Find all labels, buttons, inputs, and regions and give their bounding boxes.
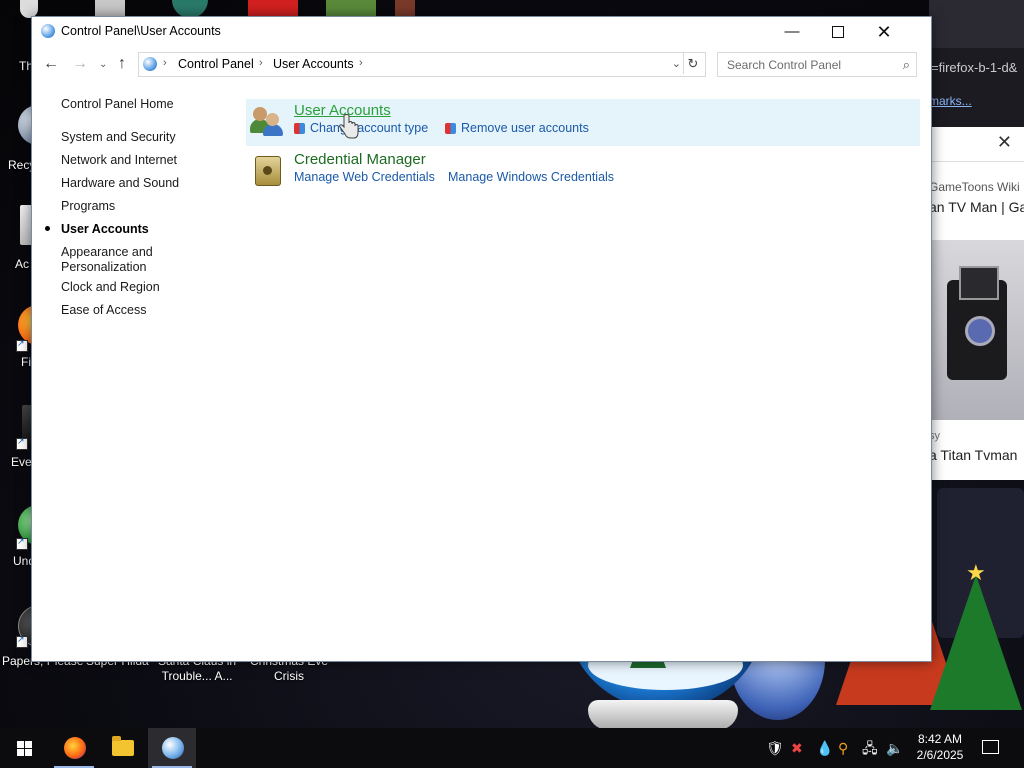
chevron-right-icon[interactable]: ›: [359, 57, 363, 69]
control-panel-icon: [143, 57, 157, 71]
sidebar-item-appearance-and-personalization[interactable]: Appearance and Personalization: [61, 245, 153, 275]
control-panel-window[interactable]: Control Panel\User Accounts — ✕ ← → ⌄ ↑ …: [31, 16, 932, 662]
chevron-down-icon[interactable]: ⌄: [672, 57, 681, 70]
titan-tvman-figure: [947, 266, 1007, 380]
safe-icon: [252, 154, 282, 186]
folder-icon: [112, 736, 134, 756]
windows-logo-icon: [17, 741, 32, 756]
shortcut-arrow-icon: [16, 634, 28, 648]
control-panel-icon: [162, 737, 184, 759]
sidebar-item-clock-and-region[interactable]: Clock and Region: [61, 280, 160, 295]
star-icon: ★: [966, 560, 986, 585]
desktop-icon-label[interactable]: Ac: [15, 257, 29, 271]
uac-shield-icon: [294, 123, 305, 134]
refresh-button[interactable]: ↻: [683, 53, 702, 74]
sidebar-item-network-and-internet[interactable]: Network and Internet: [61, 153, 177, 168]
desktop-icon-label[interactable]: Fi: [21, 355, 31, 369]
title-bar[interactable]: Control Panel\User Accounts — ✕: [32, 17, 931, 47]
hand-cursor-icon: [339, 114, 359, 139]
clock-time: 8:42 AM: [917, 732, 963, 746]
browser-tabbar: [929, 0, 1024, 48]
sidebar-item-user-accounts: User Accounts: [61, 222, 149, 236]
breadcrumb-user-accounts[interactable]: User Accounts: [273, 57, 354, 71]
maximize-button[interactable]: [815, 17, 861, 47]
sidebar-item-ease-of-access[interactable]: Ease of Access: [61, 303, 146, 318]
sidebar-item-hardware-and-sound[interactable]: Hardware and Sound: [61, 176, 179, 191]
tray-search-icon[interactable]: ⚲: [838, 728, 848, 768]
browser-bookmarks-link[interactable]: marks...: [929, 94, 972, 108]
task-manage-web-credentials[interactable]: Manage Web Credentials: [294, 170, 435, 184]
tray-network-icon[interactable]: 🖧: [862, 728, 878, 768]
firefox-icon: [64, 737, 86, 759]
browser-url-fragment[interactable]: =firefox-b-1-d&: [931, 60, 1017, 75]
category-credential-manager[interactable]: Credential Manager Manage Web Credential…: [246, 148, 920, 195]
background-browser-window[interactable]: =firefox-b-1-d& marks... ✕ GameToons Wik…: [929, 0, 1024, 480]
forward-button[interactable]: →: [72, 55, 88, 73]
minimize-button[interactable]: —: [769, 17, 815, 47]
task-change-account-type[interactable]: Change account type: [310, 121, 428, 135]
search-icon[interactable]: ⌕: [903, 57, 910, 73]
shortcut-arrow-icon: [16, 436, 28, 450]
result-source: GameToons Wiki: [929, 180, 1020, 194]
result-image[interactable]: [929, 240, 1024, 420]
taskbar-control-panel[interactable]: [148, 728, 196, 768]
shortcut-arrow-icon: [16, 536, 28, 550]
desktop-icon-label[interactable]: Eve: [11, 455, 32, 469]
clock-date: 2/6/2025: [916, 748, 964, 762]
chevron-right-icon[interactable]: ›: [259, 57, 263, 69]
control-panel-icon: [41, 24, 55, 38]
taskbar-file-explorer[interactable]: [99, 728, 147, 768]
users-icon: [250, 105, 283, 136]
task-manage-windows-credentials[interactable]: Manage Windows Credentials: [448, 170, 614, 184]
breadcrumb-control-panel[interactable]: Control Panel: [178, 57, 254, 71]
shortcut-arrow-icon: [16, 338, 28, 352]
search-input[interactable]: [725, 57, 889, 73]
recent-locations-button[interactable]: ⌄: [99, 59, 107, 70]
taskbar: 🛡 ✖ 💧 ⚲ 🖧 🔈 8:42 AM 2/6/2025: [0, 728, 1024, 768]
maximize-icon: [832, 26, 844, 39]
sidebar-item-control-panel-home[interactable]: Control Panel Home: [61, 97, 174, 112]
result-title[interactable]: an TV Man | Ga: [929, 199, 1024, 215]
tray-water-drop-icon[interactable]: 💧: [816, 728, 833, 768]
up-button[interactable]: ↑: [118, 55, 126, 73]
start-button[interactable]: [0, 728, 48, 768]
tray-network-warning-icon[interactable]: ✖: [791, 728, 803, 768]
window-title: Control Panel\User Accounts: [61, 24, 221, 38]
christmas-tree-small-decoration: [930, 575, 1022, 710]
notification-center-icon[interactable]: [980, 738, 1000, 756]
navigation-bar: ← → ⌄ ↑ › Control Panel › User Accounts …: [32, 47, 931, 81]
close-button[interactable]: ✕: [861, 17, 907, 47]
tray-volume-icon[interactable]: 🔈: [886, 728, 903, 768]
sidebar-item-programs[interactable]: Programs: [61, 199, 115, 214]
task-remove-user-accounts[interactable]: Remove user accounts: [461, 121, 589, 135]
browser-panel-close-icon[interactable]: ✕: [997, 132, 1012, 153]
sidebar-item-system-and-security[interactable]: System and Security: [61, 130, 176, 145]
active-bullet-icon: [45, 226, 50, 231]
back-button[interactable]: ←: [43, 55, 59, 73]
address-bar[interactable]: › Control Panel › User Accounts › ⌄ ↻: [138, 52, 706, 77]
category-title[interactable]: Credential Manager: [294, 151, 426, 168]
chevron-right-icon[interactable]: ›: [163, 57, 167, 69]
snow-globe-base: [588, 700, 738, 730]
uac-shield-icon: [445, 123, 456, 134]
search-box[interactable]: ⌕: [717, 52, 917, 77]
taskbar-clock[interactable]: 8:42 AM 2/6/2025: [910, 731, 970, 763]
tray-defender-icon[interactable]: 🛡: [766, 728, 784, 768]
result-title[interactable]: a Titan Tvman: [929, 447, 1017, 463]
taskbar-firefox[interactable]: [50, 728, 98, 768]
